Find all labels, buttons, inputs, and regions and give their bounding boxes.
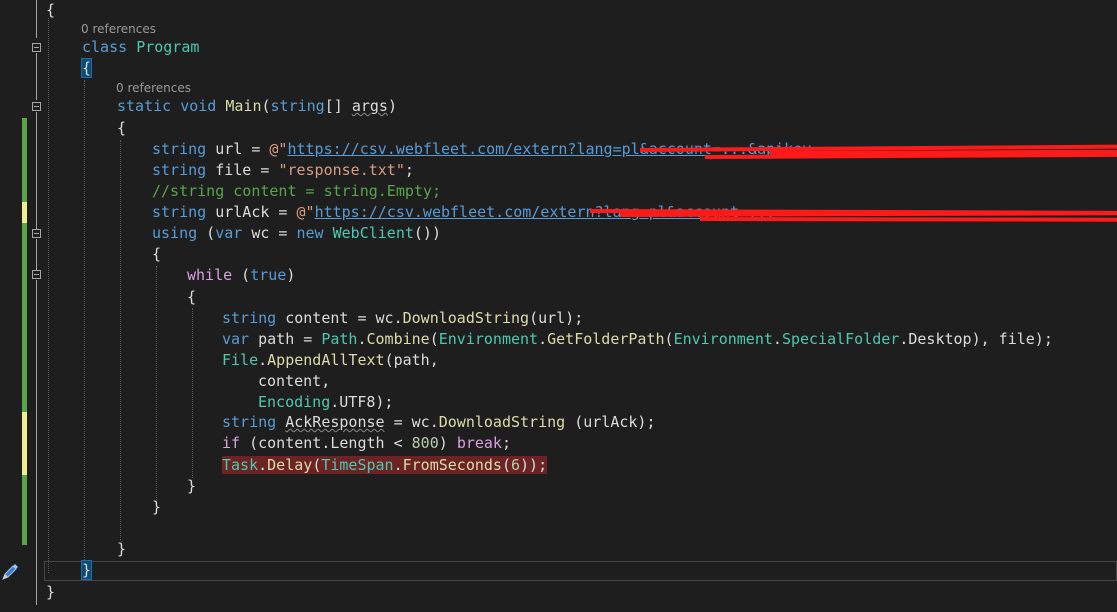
redaction-mark [699,217,1117,222]
codelens-references[interactable]: 0 references [116,80,191,96]
code-line: using (var wc = new WebClient()) [152,224,441,242]
outline-line [36,239,37,270]
matched-brace: { [80,58,93,78]
code-line: { [187,288,197,306]
code-line: string AckResponse = wc.DownloadString (… [222,413,656,431]
code-line: //string content = string.Empty; [152,182,441,200]
redaction-mark [704,152,1117,159]
code-line: Task.Delay(TimeSpan.FromSeconds(6)); [222,455,548,476]
collapse-icon[interactable] [32,270,41,279]
change-bar-saved [22,118,27,202]
code-line: } [187,477,197,495]
indent-guide [192,308,193,478]
code-line: Encoding.UTF8); [258,393,394,411]
code-line: string file = "response.txt"; [152,161,414,179]
code-line: { [117,119,127,137]
code-line: File.AppendAllText(path, [222,351,439,369]
code-editor[interactable]: { 0 references class Program { 0 referen… [0,0,1117,612]
code-line: } [117,540,127,558]
indent-guide [48,18,49,573]
indent-guide [84,80,85,560]
outline-line [36,112,37,229]
code-line: } [80,560,93,581]
breakpoint-highlight: Task.Delay(TimeSpan.FromSeconds(6)); [222,456,548,474]
code-line: { [80,58,93,79]
code-line: } [46,583,56,601]
code-line: while (true) [187,266,296,284]
code-line: static void Main(string[] args) [117,97,397,115]
code-line: { [46,1,56,19]
redaction-mark [619,211,1117,217]
change-bar-unsaved [22,202,27,223]
code-line: { [152,245,162,263]
collapse-icon[interactable] [32,229,41,238]
code-line: class Program [82,38,200,56]
codelens-references[interactable]: 0 references [81,21,156,37]
indent-guide [120,140,121,540]
outline-line [36,280,37,605]
code-line: if (content.Length < 800) break; [222,434,511,452]
collapse-icon[interactable] [32,102,41,111]
code-line: string content = wc.DownloadString(url); [222,309,584,327]
change-bar-saved [22,475,27,545]
matched-brace: } [80,560,93,580]
collapse-icon[interactable] [32,43,41,52]
indent-guide [156,266,157,500]
change-bar-unsaved [22,412,27,475]
quick-actions-pen-icon[interactable] [0,562,20,582]
current-line-highlight [44,561,1117,581]
outline-line [36,0,37,38]
outline-line [36,53,37,100]
code-line: } [152,498,162,516]
code-line: var path = Path.Combine(Environment.GetF… [222,330,1053,348]
change-bar-saved [22,223,27,412]
code-line: content, [258,372,331,390]
